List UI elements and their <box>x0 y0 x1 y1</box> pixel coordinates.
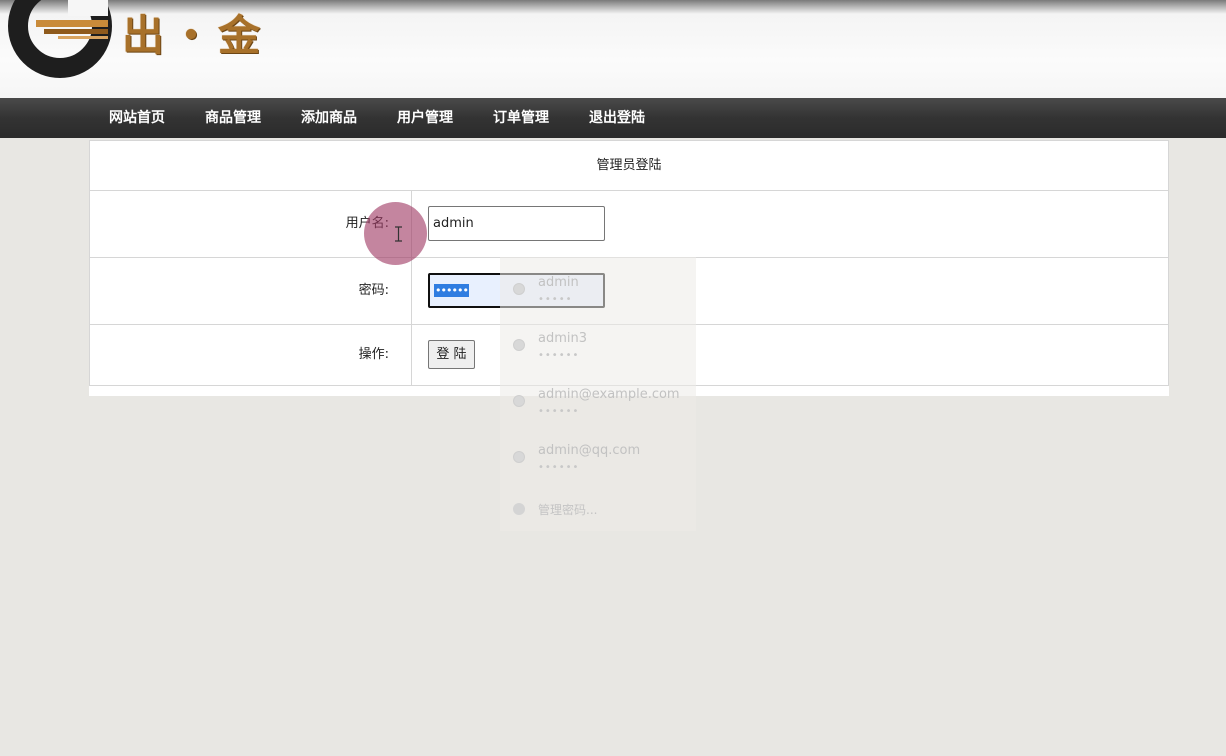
autofill-item[interactable]: admin@example.com •••••• <box>500 375 696 431</box>
nav-products[interactable]: 商品管理 <box>185 98 281 138</box>
username-row: 用户名: admin <box>89 190 1169 258</box>
globe-icon <box>513 451 525 463</box>
logo-g-icon <box>8 0 112 78</box>
globe-icon <box>513 283 525 295</box>
nav-orders[interactable]: 订单管理 <box>473 98 569 138</box>
login-button[interactable]: 登 陆 <box>428 340 475 369</box>
login-title-row: 管理员登陆 <box>89 140 1169 191</box>
autofill-dropdown: admin ••••• admin3 •••••• admin@example.… <box>500 257 696 531</box>
autofill-username: admin@example.com <box>538 387 680 402</box>
autofill-username: admin@qq.com <box>538 443 641 458</box>
autofill-password-mask: •••••• <box>538 462 580 473</box>
username-label: 用户名: <box>90 191 412 258</box>
nav-logout[interactable]: 退出登陆 <box>569 98 665 138</box>
password-selected-text: •••••• <box>434 284 469 297</box>
key-icon <box>513 503 525 515</box>
autofill-item[interactable]: admin ••••• <box>500 263 696 319</box>
autofill-item[interactable]: admin@qq.com •••••• <box>500 431 696 487</box>
operation-label: 操作: <box>90 325 412 385</box>
autofill-password-mask: •••••• <box>538 406 580 417</box>
username-input[interactable]: admin <box>428 206 605 241</box>
autofill-password-mask: •••••• <box>538 350 580 361</box>
nav-users[interactable]: 用户管理 <box>377 98 473 138</box>
nav-add-product[interactable]: 添加商品 <box>281 98 377 138</box>
autofill-item[interactable]: admin3 •••••• <box>500 319 696 375</box>
nav-list: 网站首页 商品管理 添加商品 用户管理 订单管理 退出登陆 <box>89 98 665 138</box>
logo-text: 出・金 <box>122 11 267 60</box>
login-title: 管理员登陆 <box>596 158 662 173</box>
nav-home[interactable]: 网站首页 <box>89 98 185 138</box>
manage-passwords-link[interactable]: 管理密码... <box>538 501 597 518</box>
autofill-password-mask: ••••• <box>538 294 573 305</box>
autofill-username: admin <box>538 275 579 290</box>
autofill-username: admin3 <box>538 331 588 346</box>
password-label: 密码: <box>90 258 412 325</box>
text-cursor-icon <box>395 226 402 242</box>
globe-icon <box>513 395 525 407</box>
globe-icon <box>513 339 525 351</box>
site-header: 出・金 <box>0 0 1226 98</box>
main-nav: 网站首页 商品管理 添加商品 用户管理 订单管理 退出登陆 <box>0 98 1226 138</box>
